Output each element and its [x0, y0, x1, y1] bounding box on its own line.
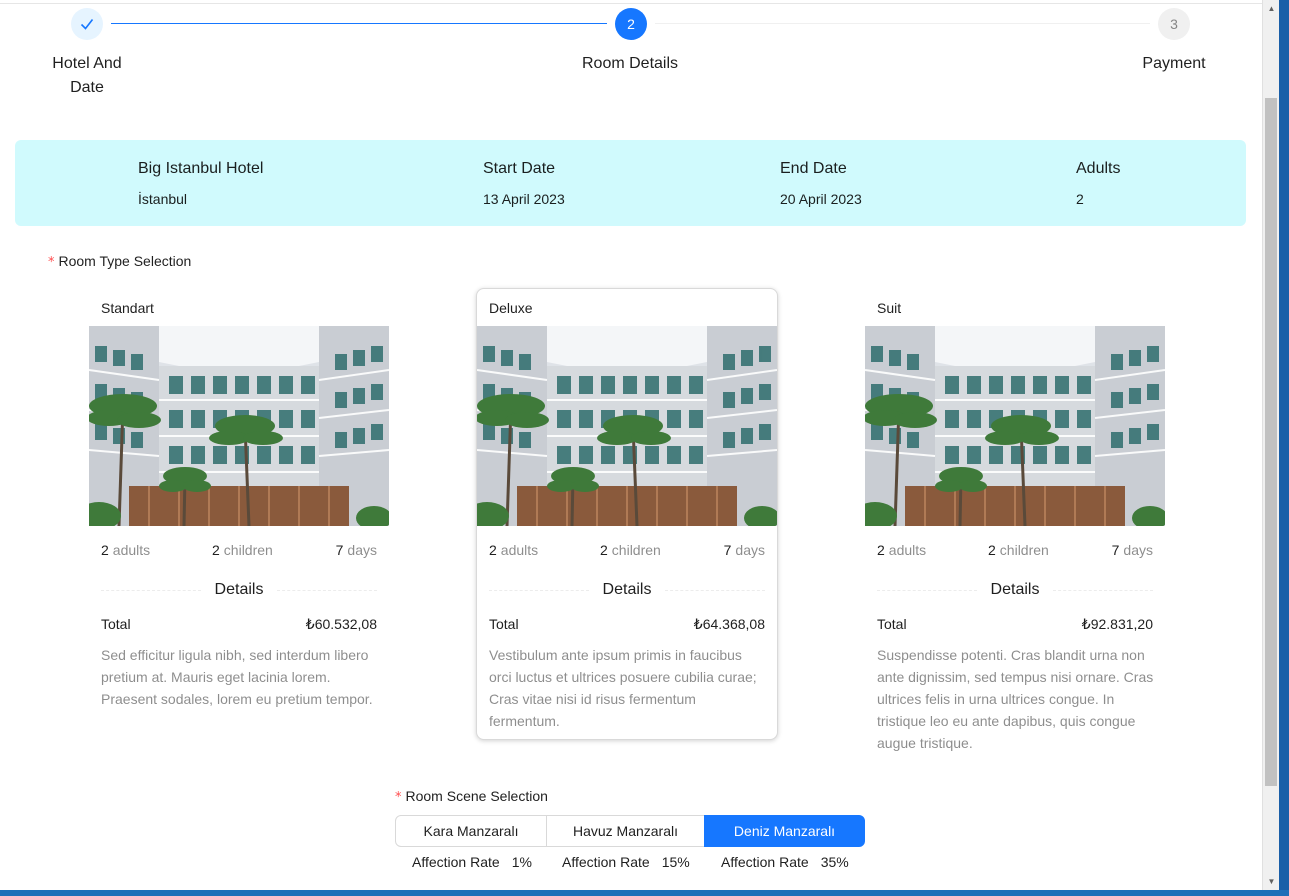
room-stats: 2 adults 2 children 7 days	[101, 540, 377, 560]
total-label: Total	[489, 616, 519, 632]
room-card-standart[interactable]: Standart 2 adults 2 children 7 days Details…	[88, 288, 390, 740]
step-connector-2	[655, 23, 1150, 24]
adults-column: Adults 2	[1076, 158, 1120, 209]
scene-option-kara[interactable]: Kara Manzaralı	[395, 815, 547, 847]
scroll-down-arrow-icon[interactable]: ▼	[1263, 873, 1280, 890]
room-booking-page: 2 3 Hotel And Date Room Details Payment …	[0, 0, 1262, 890]
step-connector-1	[111, 23, 607, 24]
vertical-scrollbar[interactable]: ▲ ▼	[1262, 0, 1279, 890]
scroll-thumb[interactable]	[1265, 98, 1277, 786]
room-scene-label: * Room Scene Selection	[395, 786, 548, 808]
details-label: Details	[990, 581, 1040, 598]
adults-label: Adults	[1076, 160, 1121, 177]
hotel-column: Big Istanbul Hotel İstanbul	[138, 158, 263, 209]
adults-value: 2	[1076, 191, 1084, 207]
room-description: Vestibulum ante ipsum primis in faucibus…	[489, 647, 757, 729]
room-photo	[89, 326, 389, 526]
taskbar-edge	[0, 890, 1289, 896]
room-type-label: * Room Type Selection	[48, 251, 191, 273]
affection-rate-kara: Affection Rate 1%	[412, 854, 532, 870]
hotel-summary: Big Istanbul Hotel İstanbul Start Date 1…	[15, 140, 1246, 226]
room-photo	[865, 326, 1165, 526]
room-stats: 2 adults 2 children 7 days	[877, 540, 1153, 560]
room-total: Total ₺92.831,20	[877, 614, 1153, 634]
room-description: Suspendisse potenti. Cras blandit urna n…	[877, 647, 1154, 751]
booking-steps: 2 3 Hotel And Date Room Details Payment	[0, 0, 1262, 110]
room-card-title: Deluxe	[489, 300, 533, 316]
total-label: Total	[101, 616, 131, 632]
total-amount: ₺64.368,08	[693, 616, 765, 632]
details-divider: Details	[877, 579, 1153, 601]
stat-days: 7 days	[723, 542, 765, 558]
step-2-title[interactable]: Room Details	[560, 52, 700, 76]
room-total: Total ₺64.368,08	[489, 614, 765, 634]
stat-adults: 2 adults	[877, 542, 927, 558]
hotel-name: Big Istanbul Hotel	[138, 160, 264, 177]
room-card-title: Suit	[877, 300, 902, 316]
scroll-up-arrow-icon[interactable]: ▲	[1263, 0, 1280, 17]
end-date-column: End Date 20 April 2023	[780, 158, 862, 209]
scene-option-havuz[interactable]: Havuz Manzaralı	[546, 815, 705, 847]
desktop-edge	[1279, 0, 1289, 890]
required-mark: *	[48, 255, 55, 270]
total-amount: ₺60.532,08	[305, 616, 377, 632]
stat-days: 7 days	[335, 542, 377, 558]
start-date-column: Start Date 13 April 2023	[483, 158, 565, 209]
stat-days: 7 days	[1111, 542, 1153, 558]
end-date-value: 20 April 2023	[780, 191, 862, 207]
required-mark: *	[395, 790, 402, 805]
end-date-label: End Date	[780, 160, 847, 177]
stat-children: 2 children	[212, 542, 273, 558]
hotel-city: İstanbul	[138, 191, 188, 207]
room-card-deluxe[interactable]: Deluxe 2 adults 2 children 7 days Details T…	[476, 288, 778, 740]
step-2-indicator[interactable]: 2	[615, 8, 647, 40]
start-date-value: 13 April 2023	[483, 191, 565, 207]
start-date-label: Start Date	[483, 160, 556, 177]
room-card-suit[interactable]: Suit 2 adults 2 children 7 days Details Tot…	[864, 288, 1166, 762]
room-photo	[477, 326, 777, 526]
step-3-title[interactable]: Payment	[1124, 52, 1224, 76]
step-1-title[interactable]: Hotel And Date	[37, 52, 137, 100]
room-total: Total ₺60.532,08	[101, 614, 377, 634]
stat-children: 2 children	[600, 542, 661, 558]
room-card-title: Standart	[101, 300, 154, 316]
affection-rate-deniz: Affection Rate 35%	[721, 854, 849, 870]
step-1-check-icon[interactable]	[71, 8, 103, 40]
scene-option-deniz[interactable]: Deniz Manzaralı	[704, 815, 865, 847]
room-scene-label-text: Room Scene Selection	[405, 788, 548, 804]
stat-children: 2 children	[988, 542, 1049, 558]
details-label: Details	[602, 581, 652, 598]
stat-adults: 2 adults	[101, 542, 151, 558]
affection-rate-havuz: Affection Rate 15%	[562, 854, 690, 870]
details-label: Details	[214, 581, 264, 598]
total-amount: ₺92.831,20	[1081, 616, 1153, 632]
room-description: Sed efficitur ligula nibh, sed interdum …	[101, 647, 373, 707]
total-label: Total	[877, 616, 907, 632]
step-3-indicator[interactable]: 3	[1158, 8, 1190, 40]
details-divider: Details	[101, 579, 377, 601]
room-type-label-text: Room Type Selection	[58, 253, 192, 269]
details-divider: Details	[489, 579, 765, 601]
room-stats: 2 adults 2 children 7 days	[489, 540, 765, 560]
stat-adults: 2 adults	[489, 542, 539, 558]
